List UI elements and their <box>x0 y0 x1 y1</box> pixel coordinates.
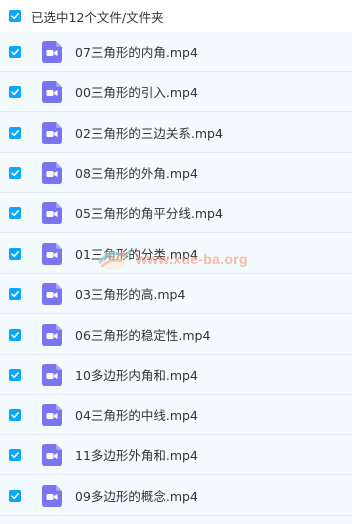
file-checkbox[interactable] <box>9 247 21 260</box>
file-row[interactable]: 01三角形的分类.mp4 <box>0 234 352 274</box>
file-name[interactable]: 05三角形的角平分线.mp4 <box>75 203 223 222</box>
file-row[interactable]: 04三角形的中线.mp4 <box>0 395 352 435</box>
file-row[interactable]: 11多边形外角和.mp4 <box>0 435 352 475</box>
file-row[interactable]: 10多边形内角和.mp4 <box>0 355 352 395</box>
file-row[interactable]: 05三角形的角平分线.mp4 <box>0 193 352 233</box>
file-name[interactable]: 08三角形的外角.mp4 <box>75 163 198 182</box>
file-name[interactable]: 11多边形外角和.mp4 <box>75 445 198 464</box>
video-file-icon <box>42 40 62 63</box>
file-name[interactable]: 02三角形的三边关系.mp4 <box>75 123 223 142</box>
file-row[interactable]: 07三角形的内角.mp4 <box>0 32 352 72</box>
file-row[interactable]: 06三角形的稳定性.mp4 <box>0 315 352 355</box>
video-file-icon <box>42 242 62 265</box>
video-file-icon <box>42 403 62 426</box>
file-checkbox[interactable] <box>9 368 21 381</box>
video-file-icon <box>42 161 62 184</box>
video-file-icon <box>42 201 62 224</box>
file-row[interactable]: 09多边形的概念.mp4 <box>0 476 352 516</box>
file-checkbox[interactable] <box>9 489 21 502</box>
file-checkbox[interactable] <box>9 126 21 139</box>
file-name[interactable]: 10多边形内角和.mp4 <box>75 365 198 384</box>
file-checkbox[interactable] <box>9 206 21 219</box>
video-file-icon <box>42 323 62 346</box>
file-checkbox[interactable] <box>9 166 21 179</box>
file-row[interactable]: 08三角形的外角.mp4 <box>0 153 352 193</box>
video-file-icon <box>42 484 62 507</box>
file-name[interactable]: 07三角形的内角.mp4 <box>75 42 198 61</box>
file-name[interactable]: 00三角形的引入.mp4 <box>75 82 198 101</box>
video-file-icon <box>42 121 62 144</box>
file-checkbox[interactable] <box>9 448 21 461</box>
video-file-icon <box>42 80 62 103</box>
file-checkbox[interactable] <box>9 328 21 341</box>
video-file-icon <box>42 443 62 466</box>
video-file-icon <box>42 363 62 386</box>
select-all-checkbox[interactable] <box>9 10 21 22</box>
file-list: 07三角形的内角.mp4 00三角形的引入.mp4 02三角形的三边关系.mp4… <box>0 32 352 524</box>
file-name[interactable]: 09多边形的概念.mp4 <box>75 486 198 505</box>
file-row[interactable]: 00三角形的引入.mp4 <box>0 72 352 112</box>
selected-count-label: 已选中12个文件/文件夹 <box>31 9 164 25</box>
file-row[interactable]: 02三角形的三边关系.mp4 <box>0 113 352 153</box>
selection-header: 已选中12个文件/文件夹 <box>0 0 352 32</box>
file-checkbox[interactable] <box>9 287 21 300</box>
file-name[interactable]: 03三角形的高.mp4 <box>75 284 185 303</box>
video-file-icon <box>42 282 62 305</box>
file-name[interactable]: 01三角形的分类.mp4 <box>75 244 198 263</box>
file-checkbox[interactable] <box>9 408 21 421</box>
file-name[interactable]: 04三角形的中线.mp4 <box>75 405 198 424</box>
file-checkbox[interactable] <box>9 45 21 58</box>
file-name[interactable]: 06三角形的稳定性.mp4 <box>75 325 210 344</box>
file-checkbox[interactable] <box>9 85 21 98</box>
file-row[interactable]: 03三角形的高.mp4 <box>0 274 352 314</box>
